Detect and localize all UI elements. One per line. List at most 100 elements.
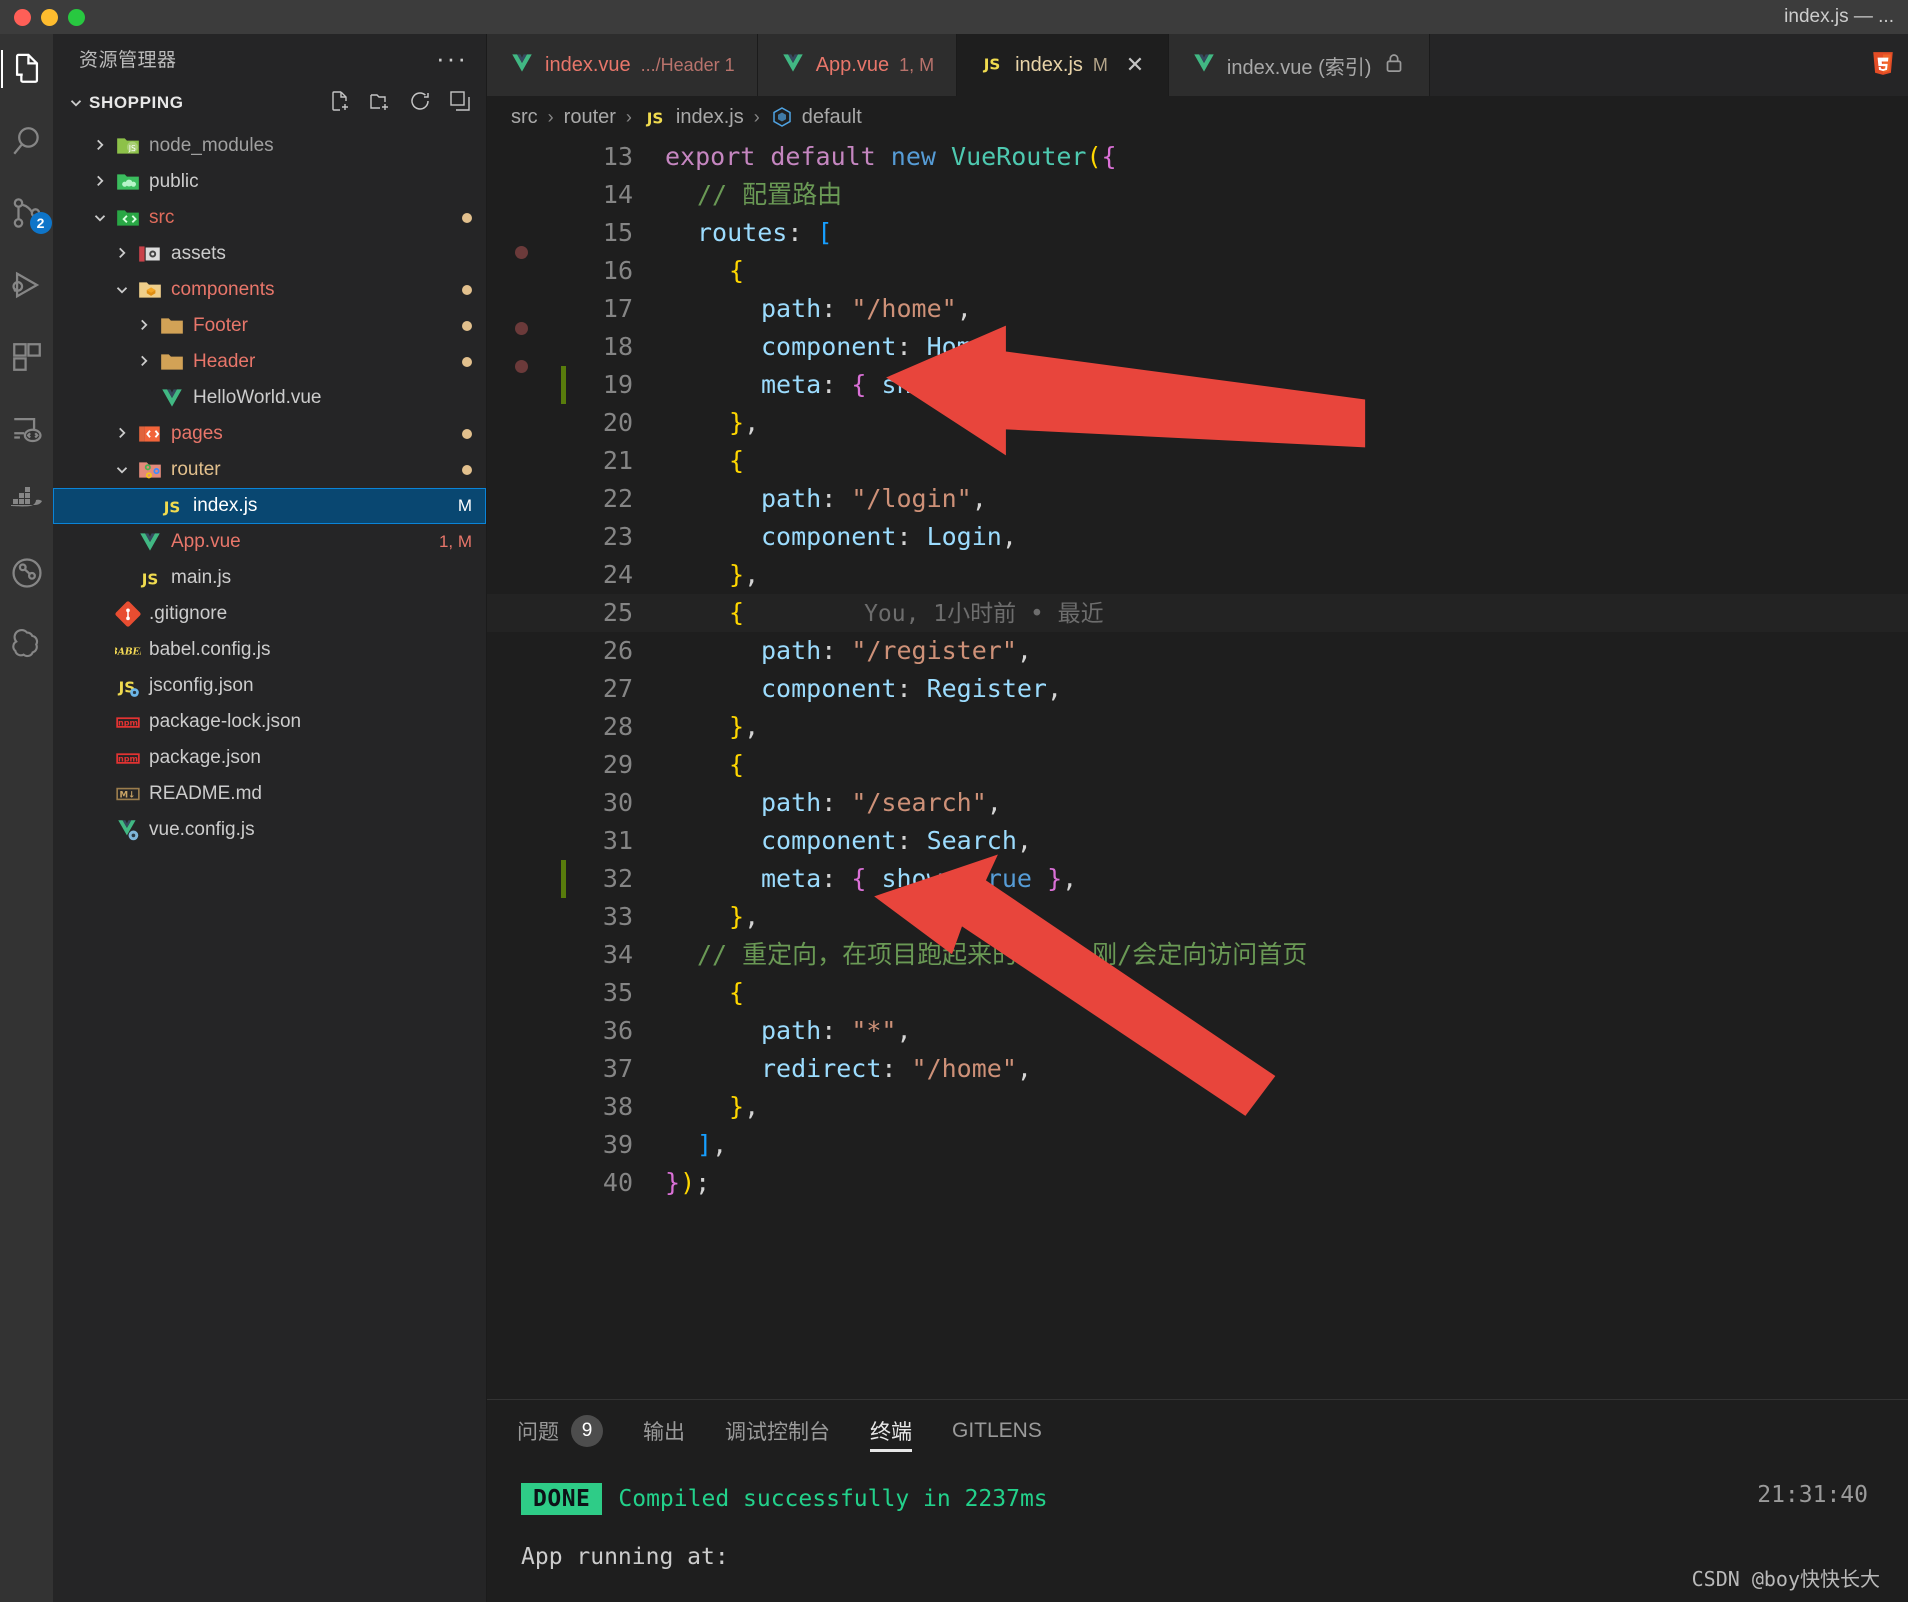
- panel-tab-3[interactable]: 终端: [870, 1400, 912, 1462]
- panel-tab-0[interactable]: 问题 9: [517, 1400, 603, 1462]
- breadcrumb-item[interactable]: JS index.js: [642, 104, 744, 130]
- tree-item-pages[interactable]: pages: [53, 416, 486, 452]
- code-line[interactable]: 38},: [487, 1088, 1908, 1126]
- breadcrumb-item[interactable]: default: [770, 105, 862, 129]
- code-line[interactable]: 20},: [487, 404, 1908, 442]
- panel-tab-4[interactable]: GITLENS: [952, 1400, 1042, 1462]
- editor-tab-index-js[interactable]: JS index.js M ✕: [957, 34, 1169, 96]
- breadcrumb-label: router: [563, 105, 616, 128]
- tree-item-app-vue[interactable]: App.vue 1, M: [53, 524, 486, 560]
- editor-tabs: index.vue .../Header 1 App.vue 1, M JS index.…: [487, 34, 1908, 96]
- breadcrumb-item[interactable]: src: [511, 106, 538, 129]
- breadcrumb-label: default: [801, 105, 862, 128]
- chevron-right-icon[interactable]: [87, 137, 113, 155]
- tree-item-assets[interactable]: assets: [53, 236, 486, 272]
- activity-remote-explorer[interactable]: [4, 406, 50, 452]
- code-line[interactable]: 16 {: [487, 252, 1908, 290]
- chevron-right-icon[interactable]: [131, 353, 157, 371]
- activity-extensions[interactable]: [4, 334, 50, 380]
- tree-item-jsconfig-json[interactable]: JS jsconfig.json: [53, 668, 486, 704]
- panel-tab-1[interactable]: 输出: [643, 1400, 685, 1462]
- activity-gitlens[interactable]: [4, 550, 50, 596]
- activity-docker[interactable]: [4, 478, 50, 524]
- editor-tab-index-vue[interactable]: index.vue .../Header 1: [487, 34, 758, 96]
- tree-item-helloworld-vue[interactable]: HelloWorld.vue: [53, 380, 486, 416]
- explorer-more-actions-button[interactable]: ···: [436, 45, 468, 71]
- window-controls[interactable]: [0, 8, 85, 26]
- code-line[interactable]: 35 {: [487, 974, 1908, 1012]
- tree-item-vue-config-js[interactable]: vue.config.js: [53, 812, 486, 848]
- code-line[interactable]: 23 component: Login,: [487, 518, 1908, 556]
- tree-item-components[interactable]: components: [53, 272, 486, 308]
- code-line[interactable]: 30 path: "/search",: [487, 784, 1908, 822]
- code-line[interactable]: 36 path: "*",: [487, 1012, 1908, 1050]
- code-line[interactable]: 26 path: "/register",: [487, 632, 1908, 670]
- chevron-down-icon[interactable]: [109, 461, 135, 479]
- chevron-down-icon[interactable]: [87, 209, 113, 227]
- html5-icon[interactable]: [1870, 50, 1896, 81]
- chevron-right-icon[interactable]: [87, 173, 113, 191]
- code-editor[interactable]: 13 export default new VueRouter({14 // 配置路…: [487, 138, 1908, 1399]
- code-line[interactable]: 21 {: [487, 442, 1908, 480]
- panel-tab-2[interactable]: 调试控制台: [725, 1400, 830, 1462]
- tree-item-label: Header: [193, 351, 256, 372]
- new-folder-icon[interactable]: [368, 89, 392, 118]
- close-window-button[interactable]: [14, 8, 31, 26]
- tree-item-main-js[interactable]: JS main.js: [53, 560, 486, 596]
- editor-tab-app-vue[interactable]: App.vue 1, M: [757, 34, 958, 96]
- code-line[interactable]: 25 {You, 1小时前 • 最近: [487, 594, 1908, 632]
- tree-item-babel-config-js[interactable]: BABEL babel.config.js: [53, 632, 486, 668]
- code-line[interactable]: 40});: [487, 1164, 1908, 1202]
- chevron-right-icon[interactable]: [109, 425, 135, 443]
- code-line[interactable]: 13 export default new VueRouter({: [487, 138, 1908, 176]
- tree-item-public[interactable]: public: [53, 164, 486, 200]
- chevron-right-icon[interactable]: [109, 245, 135, 263]
- code-line[interactable]: 14 // 配置路由: [487, 176, 1908, 214]
- code-line[interactable]: 39],: [487, 1126, 1908, 1164]
- explorer-header: 资源管理器 ···: [53, 34, 486, 82]
- terminal-output[interactable]: DONE Compiled successfully in 2237ms 21:…: [487, 1462, 1908, 1602]
- code-line[interactable]: 34 // 重定向，在项目跑起来的时候，刚/会定向访问首页: [487, 936, 1908, 974]
- tree-item-package-lock-json[interactable]: npm package-lock.json: [53, 704, 486, 740]
- tree-item-footer[interactable]: Footer: [53, 308, 486, 344]
- tree-item--gitignore[interactable]: .gitignore: [53, 596, 486, 632]
- close-icon[interactable]: ✕: [1124, 52, 1146, 78]
- editor-tab-index-vue-[interactable]: index.vue (索引): [1168, 34, 1431, 96]
- compile-message: Compiled successfully in 2237ms: [618, 1486, 1048, 1512]
- tree-item-node-modules[interactable]: JS node_modules: [53, 128, 486, 164]
- code-line[interactable]: 31 component: Search,: [487, 822, 1908, 860]
- code-line[interactable]: 17 path: "/home",: [487, 290, 1908, 335]
- tree-item-src[interactable]: src: [53, 200, 486, 236]
- folder-src: [113, 205, 143, 231]
- code-line[interactable]: 18 component: Home,: [487, 328, 1908, 373]
- activity-run-debug[interactable]: [4, 262, 50, 308]
- code-line[interactable]: 19 meta: { show: true },: [487, 366, 1908, 404]
- collapse-all-icon[interactable]: [448, 89, 472, 118]
- tree-item-router[interactable]: router: [53, 452, 486, 488]
- code-line[interactable]: 28},: [487, 708, 1908, 746]
- code-line[interactable]: 37 redirect: "/home",: [487, 1050, 1908, 1088]
- tree-item-package-json[interactable]: npm package.json: [53, 740, 486, 776]
- chevron-right-icon[interactable]: [131, 317, 157, 335]
- tree-item-readme-md[interactable]: M↓ README.md: [53, 776, 486, 812]
- tree-item-header[interactable]: Header: [53, 344, 486, 380]
- activity-source-control[interactable]: 2: [4, 190, 52, 236]
- code-line[interactable]: 27 component: Register,: [487, 670, 1908, 708]
- chevron-down-icon[interactable]: [109, 281, 135, 299]
- refresh-icon[interactable]: [408, 89, 432, 118]
- zoom-window-button[interactable]: [68, 8, 85, 26]
- code-line[interactable]: 15 routes: [: [487, 214, 1908, 259]
- new-file-icon[interactable]: [328, 89, 352, 118]
- code-line[interactable]: 32 meta: { show: true },: [487, 860, 1908, 898]
- minimize-window-button[interactable]: [41, 8, 58, 26]
- tree-item-index-js[interactable]: JS index.js M: [53, 488, 486, 524]
- activity-explorer[interactable]: [0, 46, 50, 92]
- code-line[interactable]: 29 {: [487, 746, 1908, 784]
- activity-search[interactable]: [4, 118, 50, 164]
- workspace-section-header[interactable]: SHOPPING: [53, 82, 486, 124]
- breadcrumb-item[interactable]: router: [564, 106, 616, 129]
- activity-chatgpt[interactable]: [4, 622, 50, 668]
- code-line[interactable]: 33},: [487, 898, 1908, 936]
- code-line[interactable]: 24},: [487, 556, 1908, 594]
- code-line[interactable]: 22 path: "/login",: [487, 480, 1908, 518]
